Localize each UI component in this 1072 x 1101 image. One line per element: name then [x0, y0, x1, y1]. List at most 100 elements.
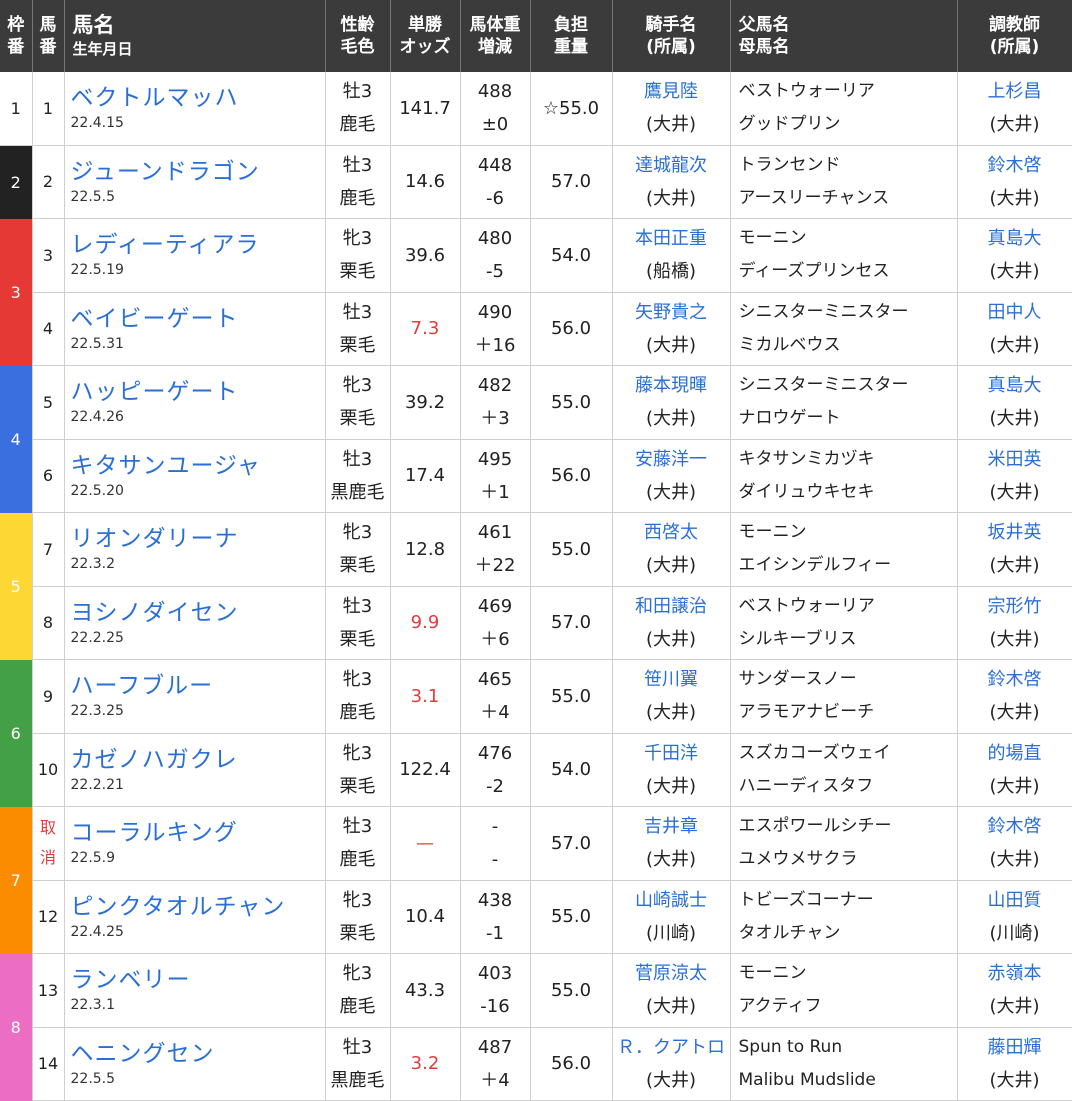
trainer-cell: 赤嶺本 (大井) [957, 953, 1072, 1028]
sex-coat-cell: 牝3 栗毛 [325, 733, 391, 807]
table-row: 11 ベクトルマッハ 22.4.15 牡3 鹿毛 141.7 488 ±0 ☆55.0 … [0, 72, 1072, 146]
jockey-link[interactable]: 西啓太 [613, 516, 730, 549]
jockey-link[interactable]: 藤本現暉 [613, 369, 730, 402]
horse-number: 12 [32, 880, 65, 954]
jockey-link[interactable]: 本田正重 [613, 222, 730, 255]
horse-number: 6 [32, 439, 65, 513]
waku-cell: 6 [0, 659, 33, 807]
jockey-link[interactable]: 鷹見陸 [613, 75, 730, 108]
horse-name-link[interactable]: ベイビーゲート [71, 304, 325, 334]
jockey-link[interactable]: Ｒ．クアトロ [613, 1031, 730, 1064]
table-row: 8 ヨシノダイセン 22.2.25 牡3 栗毛 9.9 469 ＋6 57.0 和田譲治… [0, 586, 1072, 660]
table-body: 11 ベクトルマッハ 22.4.15 牡3 鹿毛 141.7 488 ±0 ☆55.0 … [0, 72, 1072, 1101]
trainer-link[interactable]: 宗形竹 [958, 590, 1072, 623]
header-pedigree: 父馬名 母馬名 [730, 0, 958, 72]
trainer-link[interactable]: 米田英 [958, 443, 1072, 476]
horse-name-link[interactable]: ヨシノダイセン [71, 598, 325, 628]
trainer-link[interactable]: 鈴木啓 [958, 663, 1072, 696]
horse-name-link[interactable]: カゼノハガクレ [71, 745, 325, 775]
horse-number: 5 [32, 365, 65, 440]
horse-number: 1 [32, 72, 65, 146]
weight-cell: 495 ＋1 [460, 439, 531, 513]
odds-cell: 39.6 [390, 218, 461, 293]
header-sex-coat: 性齢 毛色 [325, 0, 391, 72]
trainer-cell: 鈴木啓 (大井) [957, 659, 1072, 734]
birth-date: 22.5.5 [70, 188, 116, 205]
trainer-cell: 鈴木啓 (大井) [957, 806, 1072, 881]
pedigree-cell: トランセンド アースリーチャンス [730, 145, 958, 219]
horse-name-link[interactable]: ハッピーゲート [71, 377, 325, 407]
trainer-cell: 真島大 (大井) [957, 218, 1072, 293]
horse-name-cell: キタサンユージャ 22.5.20 [64, 439, 326, 513]
horse-name-link[interactable]: ハーフブルー [71, 671, 325, 701]
horse-name-cell: カゼノハガクレ 22.2.21 [64, 733, 326, 807]
jockey-link[interactable]: 吉井章 [613, 810, 730, 843]
jockey-link[interactable]: 笹川翼 [613, 663, 730, 696]
trainer-link[interactable]: 山田質 [958, 884, 1072, 917]
odds-cell: 7.3 [390, 292, 461, 366]
weight-cell: 487 ＋4 [460, 1027, 531, 1101]
jockey-link[interactable]: 千田洋 [613, 737, 730, 770]
trainer-link[interactable]: 赤嶺本 [958, 957, 1072, 990]
horse-name-link[interactable]: ジューンドラゴン [71, 157, 325, 187]
horse-name-link[interactable]: ベクトルマッハ [71, 83, 325, 113]
burden-cell: ☆55.0 [530, 72, 613, 146]
burden-cell: 57.0 [530, 145, 613, 219]
table-row: 33 レディーティアラ 22.5.19 牝3 栗毛 39.6 480 -5 54.0 本… [0, 218, 1072, 366]
horse-name-link[interactable]: キタサンユージャ [71, 451, 325, 481]
trainer-link[interactable]: 坂井英 [958, 516, 1072, 549]
birth-date: 22.2.25 [70, 629, 124, 646]
weight-cell: 480 -5 [460, 218, 531, 293]
birth-date: 22.3.25 [70, 703, 124, 720]
weight-cell: 403 -16 [460, 953, 531, 1028]
burden-cell: 54.0 [530, 218, 613, 293]
jockey-cell: 山崎誠士 (川崎) [612, 880, 731, 954]
trainer-link[interactable]: 鈴木啓 [958, 810, 1072, 843]
trainer-link[interactable]: 鈴木啓 [958, 149, 1072, 182]
jockey-cell: 笹川翼 (大井) [612, 659, 731, 734]
trainer-link[interactable]: 真島大 [958, 369, 1072, 402]
horse-name-link[interactable]: ヘニングセン [71, 1039, 325, 1069]
trainer-link[interactable]: 田中人 [958, 296, 1072, 329]
weight-cell: 482 ＋3 [460, 365, 531, 440]
horse-name-cell: コーラルキング 22.5.9 [64, 806, 326, 881]
jockey-cell: 達城龍次 (大井) [612, 145, 731, 219]
jockey-cell: 本田正重 (船橋) [612, 218, 731, 293]
trainer-link[interactable]: 真島大 [958, 222, 1072, 255]
horse-name-link[interactable]: コーラルキング [71, 818, 325, 848]
odds-cell: 39.2 [390, 365, 461, 440]
horse-name-link[interactable]: ランベリー [71, 965, 325, 995]
trainer-cell: 米田英 (大井) [957, 439, 1072, 513]
jockey-link[interactable]: 達城龍次 [613, 149, 730, 182]
sex-coat-cell: 牡3 鹿毛 [325, 806, 391, 881]
horse-name-cell: レディーティアラ 22.5.19 [64, 218, 326, 293]
jockey-link[interactable]: 和田譲治 [613, 590, 730, 623]
waku-cell: 3 [0, 218, 33, 366]
jockey-link[interactable]: 矢野貴之 [613, 296, 730, 329]
jockey-link[interactable]: 安藤洋一 [613, 443, 730, 476]
horse-name-link[interactable]: リオンダリーナ [71, 524, 325, 554]
burden-cell: 55.0 [530, 512, 613, 587]
burden-cell: 56.0 [530, 1027, 613, 1101]
pedigree-cell: モーニン アクティフ [730, 953, 958, 1028]
jockey-link[interactable]: 菅原涼太 [613, 957, 730, 990]
weight-cell: 488 ±0 [460, 72, 531, 146]
trainer-cell: 上杉昌 (大井) [957, 72, 1072, 146]
pedigree-cell: シニスターミニスター ナロウゲート [730, 365, 958, 440]
pedigree-cell: モーニン ディーズプリンセス [730, 218, 958, 293]
trainer-link[interactable]: 藤田輝 [958, 1031, 1072, 1064]
trainer-link[interactable]: 的場直 [958, 737, 1072, 770]
jockey-cell: 菅原涼太 (大井) [612, 953, 731, 1028]
weight-cell: 476 -2 [460, 733, 531, 807]
horse-name-link[interactable]: レディーティアラ [71, 230, 325, 260]
sex-coat-cell: 牝3 栗毛 [325, 218, 391, 293]
pedigree-cell: トビーズコーナー タオルチャン [730, 880, 958, 954]
horse-name-link[interactable]: ピンクタオルチャン [71, 892, 325, 922]
birth-date: 22.2.21 [70, 776, 124, 793]
jockey-link[interactable]: 山崎誠士 [613, 884, 730, 917]
trainer-link[interactable]: 上杉昌 [958, 75, 1072, 108]
birth-date: 22.4.15 [70, 115, 124, 132]
horse-number: 10 [32, 733, 65, 807]
sex-coat-cell: 牝3 栗毛 [325, 365, 391, 440]
odds-cell: 3.2 [390, 1027, 461, 1101]
